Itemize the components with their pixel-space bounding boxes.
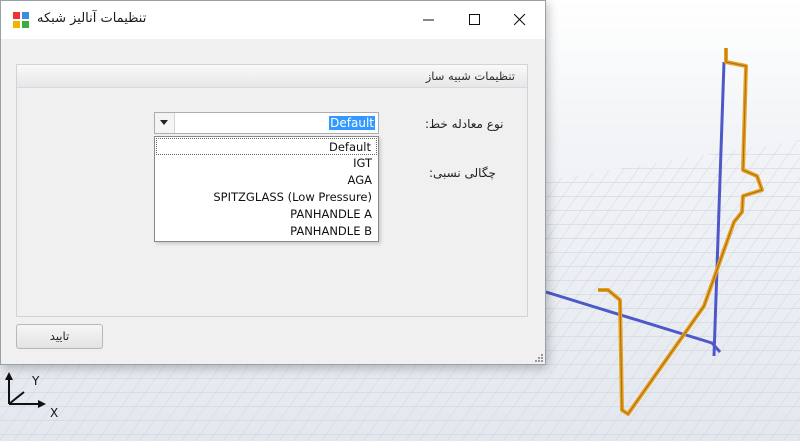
axis-x-label: X: [50, 406, 59, 420]
line-equation-label: نوع معادله خط:: [425, 117, 504, 131]
title-bar[interactable]: تنظیمات آنالیز شبکه: [1, 1, 545, 39]
dropdown-option-default[interactable]: Default: [156, 138, 377, 155]
close-button[interactable]: [497, 1, 543, 39]
dropdown-option-panhandle-a[interactable]: PANHANDLE A: [156, 206, 377, 223]
app-icon: [13, 12, 29, 28]
line-equation-combobox[interactable]: Default: [154, 112, 379, 134]
line-equation-dropdown-list: Default IGT AGA SPITZGLASS (Low Pressure…: [154, 136, 379, 242]
dropdown-option-aga[interactable]: AGA: [156, 172, 377, 189]
specific-gravity-label: چگالی نسبی:: [429, 166, 496, 180]
combo-dropdown-button[interactable]: [155, 113, 175, 133]
chevron-down-icon: [160, 120, 168, 125]
group-header: تنظیمات شبیه ساز: [17, 65, 527, 88]
group-title: تنظیمات شبیه ساز: [425, 69, 515, 83]
minimize-button[interactable]: [406, 1, 452, 39]
dropdown-option-panhandle-b[interactable]: PANHANDLE B: [156, 223, 377, 240]
minimize-icon: [423, 19, 434, 21]
resize-grip[interactable]: [533, 352, 543, 362]
maximize-button[interactable]: [452, 1, 498, 39]
maximize-icon: [469, 14, 480, 25]
close-icon: [514, 14, 526, 26]
window-title: تنظیمات آنالیز شبکه: [37, 11, 147, 26]
axis-y-label: Y: [32, 374, 40, 388]
ok-button[interactable]: تایید: [16, 324, 103, 349]
dropdown-option-igt[interactable]: IGT: [156, 155, 377, 172]
dropdown-option-spitzglass[interactable]: SPITZGLASS (Low Pressure): [156, 189, 377, 206]
network-analysis-settings-dialog: تنظیمات آنالیز شبکه تنظیمات شبیه ساز نوع…: [0, 0, 546, 365]
combo-selected-value[interactable]: Default: [329, 116, 375, 130]
